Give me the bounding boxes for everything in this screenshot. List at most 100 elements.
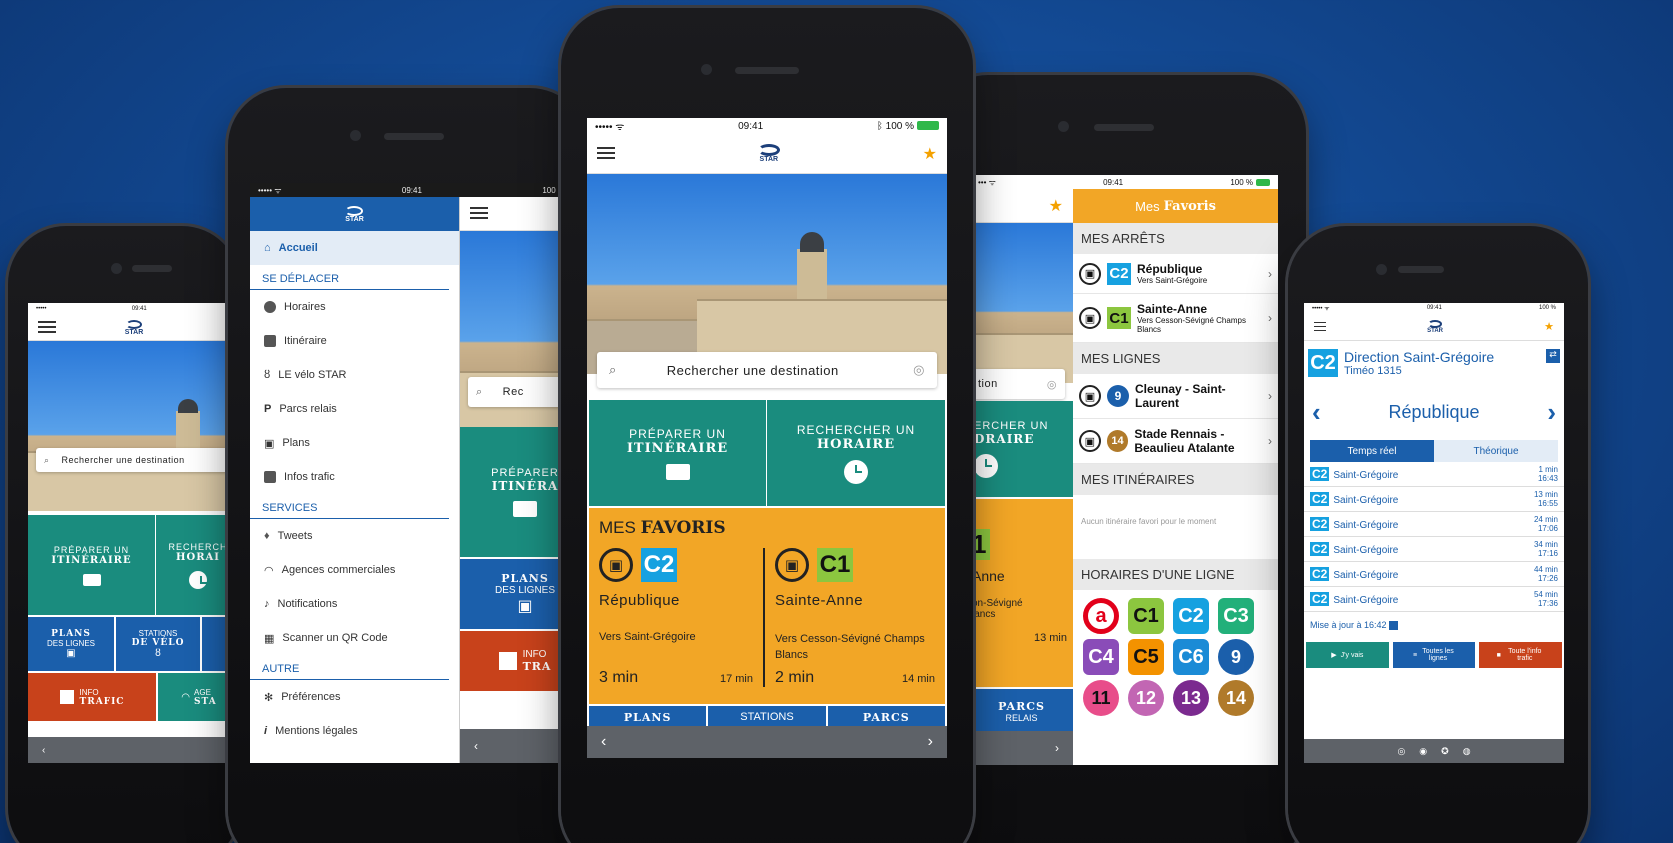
departure-row[interactable]: C2 Saint-Grégoire 34 min 17:16 [1304,537,1564,562]
line-12[interactable]: 12 [1128,680,1164,716]
all-lines-button[interactable]: ≡ Toutes les lignes [1392,642,1476,669]
menu-item-qr[interactable]: ▦ Scanner un QR Code [250,621,459,655]
line-9[interactable]: 9 [1218,639,1254,675]
search-input[interactable]: ⌕ Rechercher une destination ◎ [597,352,937,388]
line-maps-tile[interactable]: PLANS [589,706,707,728]
chevron-left-icon[interactable]: ‹ [1312,397,1321,428]
all-traffic-button[interactable]: ■ Toute l'info trafic [1479,642,1563,669]
locate-icon[interactable]: ◎ [913,362,925,378]
phone-line-detail: ••••• ᯤ 09:41 100 % STAR ★ C2 Direction … [1288,226,1588,843]
bike-stations-tile[interactable]: STATIONS DE VÉLO ȣ [116,617,200,671]
tab-theoretical[interactable]: Théorique [1434,440,1558,462]
favorites-menu-icon[interactable]: ★ [1544,320,1554,333]
line-c1[interactable]: C1 [1128,598,1164,634]
menu-item-preferences[interactable]: ✻ Préférences [250,680,459,714]
search-icon: ⌕ [476,385,483,398]
favorite-stop-sainte-anne[interactable]: ▣ C1 Sainte-Anne Vers Cesson-Sévigné Cha… [1073,294,1278,343]
menu-item-schedules[interactable]: Horaires [250,290,459,324]
prev-arrow-icon[interactable]: ‹ [42,745,45,756]
favorites-menu-icon[interactable]: ★ [1049,196,1063,216]
search-schedule-tile[interactable]: ERCHER UN DRAIRE [970,401,1073,497]
map-icon[interactable]: ◎ [1397,746,1405,757]
signpost-icon [264,335,276,347]
locate-icon[interactable]: ◎ [1047,378,1057,391]
menu-icon[interactable] [1314,322,1326,331]
menu-item-traffic[interactable]: Infos trafic [250,460,459,494]
park-relay-tile[interactable]: PARCS RELAIS [970,689,1073,733]
chevron-right-icon[interactable]: › [1547,397,1556,428]
battery-status: 100 % [1230,178,1270,187]
star-icon[interactable]: ✪ [1441,746,1449,757]
status-bar: ••••• ᯤ 09:41 ᛒ 100 % [587,118,947,134]
prev-arrow-icon[interactable]: ‹ [474,739,478,753]
next-arrow-icon[interactable]: › [1055,741,1059,755]
line-c2[interactable]: C2 [1173,598,1209,634]
departure-row[interactable]: C2 Saint-Grégoire 13 min 16:55 [1304,487,1564,512]
status-time: 09:41 [131,306,147,312]
alert-icon [264,471,276,483]
line-c5[interactable]: C5 [1128,639,1164,675]
favorites-menu-icon[interactable]: ★ [923,144,937,164]
app-header: STAR ★ [587,134,947,174]
last-update: Mise à jour à 16:42 [1304,612,1564,638]
line-c3[interactable]: C3 [1218,598,1254,634]
signpost-icon: ▶ [1331,652,1337,660]
favorites-title: MES FAVORIS [599,518,726,538]
departure-row[interactable]: C2 Saint-Grégoire 44 min 17:26 [1304,562,1564,587]
earpiece-speaker [132,265,172,272]
swap-direction-icon[interactable]: ⇄ [1546,349,1560,363]
refresh-icon[interactable] [1389,621,1399,631]
menu-item-itinerary[interactable]: Itinéraire [250,324,459,358]
menu-item-tweets[interactable]: ♦ Tweets [250,519,459,553]
menu-icon[interactable] [38,321,56,334]
signal-icon: ••••• [36,306,47,312]
line-c6[interactable]: C6 [1173,639,1209,675]
menu-icon[interactable] [597,147,615,160]
line-metro-a[interactable]: a [1083,598,1119,634]
favorite-card[interactable]: ▣ C1 Sainte-Anne Vers Cesson-Sévigné Cha… [765,548,945,687]
city-hall-photo [587,174,947,374]
favorite-card[interactable]: ▣ C2 République Vers Saint-Grégoire 3 mi… [589,548,765,687]
favorite-stop-republique[interactable]: ▣ C2 République Vers Saint-Grégoire › [1073,254,1278,294]
line-c4[interactable]: C4 [1083,639,1119,675]
menu-icon[interactable] [470,207,488,220]
menu-item-park-relay[interactable]: P Parcs relais [250,392,459,426]
bell-icon[interactable]: ◉ [1419,746,1427,757]
menu-item-maps[interactable]: ▣ Plans [250,426,459,460]
star-logo: STAR [125,319,143,336]
menu-item-notifications[interactable]: ♪ Notifications [250,587,459,621]
line-13[interactable]: 13 [1173,680,1209,716]
line-maps-tile[interactable]: PLANS DES LIGNES ▣ [28,617,114,671]
bus-icon: ▣ [1079,385,1101,407]
favorite-line-9[interactable]: ▣ 9 Cleunay - Saint-Laurent › [1073,374,1278,419]
menu-item-home[interactable]: ⌂ Accueil [250,231,459,265]
menu-item-bike[interactable]: ȣ LE vélo STAR [250,358,459,392]
traffic-info-tile[interactable]: INFO TRAFIC [28,673,156,721]
menu-item-agencies[interactable]: ◠ Agences commerciales [250,553,459,587]
chevron-right-icon: › [1268,389,1272,403]
departure-row[interactable]: C2 Saint-Grégoire 54 min 17:36 [1304,587,1564,612]
departure-row[interactable]: C2 Saint-Grégoire 24 min 17:06 [1304,512,1564,537]
go-there-button[interactable]: ▶ J'y vais [1306,642,1389,669]
twitter-icon[interactable]: ◍ [1463,746,1471,757]
plan-itinerary-tile[interactable]: PRÉPARER UN ITINÉRAIRE [589,400,767,506]
bike-stations-tile[interactable]: STATIONS [708,706,826,728]
search-input[interactable]: ⌕ Rechercher une destination [36,448,236,472]
search-schedule-tile[interactable]: RECHERCHER UN HORAIRE [767,400,945,506]
tab-realtime[interactable]: Temps réel [1310,440,1434,462]
signpost-icon [513,501,537,517]
plan-itinerary-tile[interactable]: PRÉPARER UN ITINÉRAIRE [28,515,156,615]
menu-section-move: SE DÉPLACER [250,265,449,290]
line-14[interactable]: 14 [1218,680,1254,716]
bell-icon: ♪ [264,598,270,610]
search-input[interactable]: tion ◎ [970,369,1065,399]
prev-arrow-icon[interactable]: ‹ [601,733,606,751]
menu-item-legal[interactable]: i Mentions légales [250,714,459,748]
departure-row[interactable]: C2 Saint-Grégoire 1 min 16:43 [1304,462,1564,487]
line-11[interactable]: 11 [1083,680,1119,716]
star-logo-icon: ◠ [181,691,191,703]
section-my-lines: MES LIGNES [1073,343,1278,374]
next-arrow-icon[interactable]: › [928,733,933,751]
favorite-line-14[interactable]: ▣ 14 Stade Rennais - Beaulieu Atalante › [1073,419,1278,464]
park-relay-tile[interactable]: PARCS [827,706,945,728]
